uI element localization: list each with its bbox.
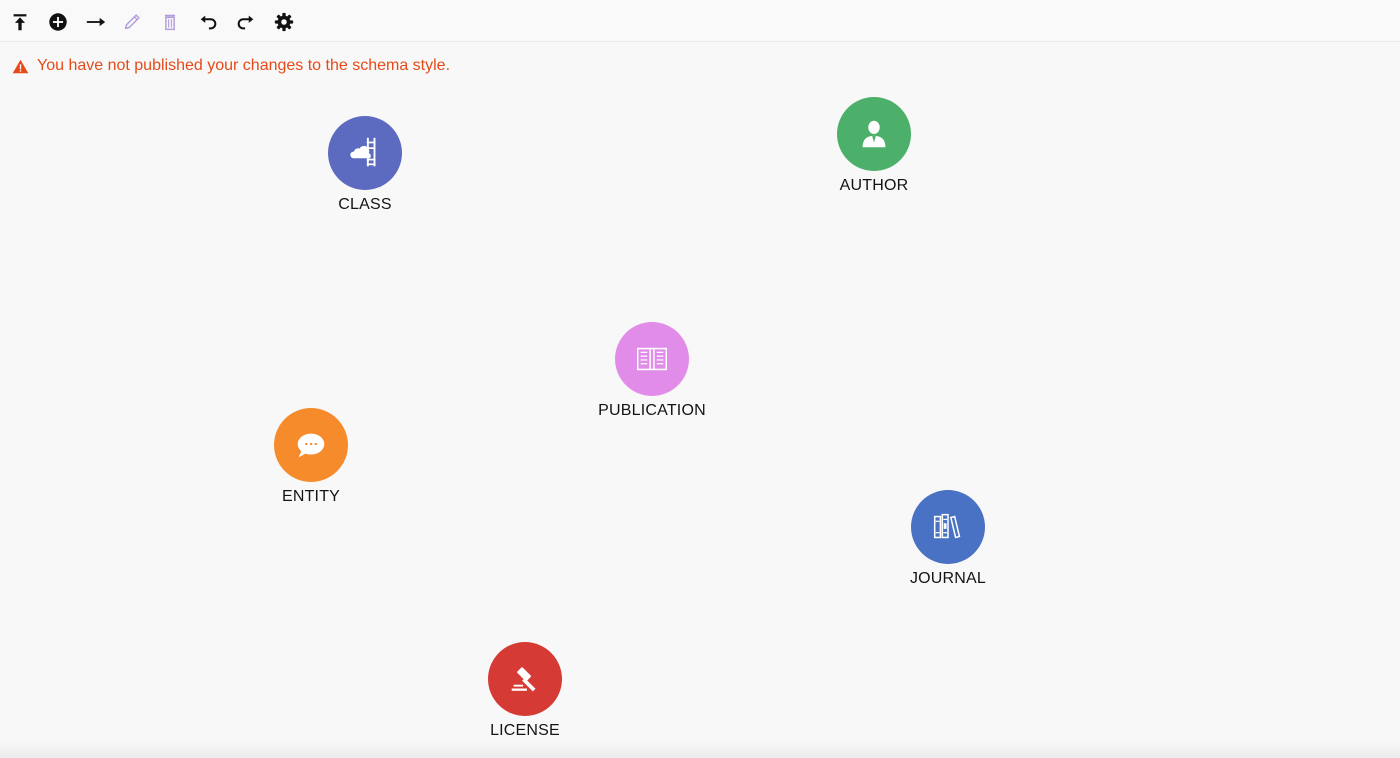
node-label: PUBLICATION [598,402,706,419]
schema-canvas[interactable]: CLASS AUTHOR PUBLICATION ENTITY JOURNAL … [0,43,1400,758]
node-label: AUTHOR [839,177,909,194]
schema-editor: You have not published your changes to t… [0,0,1400,758]
redo-button[interactable] [234,10,258,34]
settings-button[interactable] [272,10,296,34]
gear-icon [274,12,294,32]
upload-button[interactable] [8,10,32,34]
node-circle [615,322,689,396]
node-label: ENTITY [281,488,341,505]
person-icon [862,120,886,148]
canvas-bottom-edge [0,740,1400,758]
speech-bubble-icon [297,433,325,458]
gavel-icon [511,667,536,692]
arrow-right-icon [86,17,106,27]
trash-icon [164,14,176,31]
node-circle [328,116,402,190]
pencil-icon [124,14,140,30]
add-node-button[interactable] [46,10,70,34]
toolbar [0,0,1400,42]
node-author[interactable]: AUTHOR [804,97,944,207]
node-circle [837,97,911,171]
redo-icon [237,15,254,30]
node-label: LICENSE [490,722,560,739]
node-license[interactable]: LICENSE [455,642,595,752]
node-entity[interactable]: ENTITY [241,408,381,518]
undo-icon [200,15,217,30]
add-circle-icon [49,13,67,31]
node-circle [274,408,348,482]
add-edge-button[interactable] [84,10,108,34]
node-journal[interactable]: JOURNAL [878,490,1018,600]
upload-icon [13,14,27,31]
open-book-icon [636,347,668,371]
delete-button[interactable] [158,10,182,34]
node-circle [488,642,562,716]
node-label: CLASS [338,196,392,213]
node-publication[interactable]: PUBLICATION [582,322,722,432]
node-label: JOURNAL [909,570,987,587]
edit-button[interactable] [120,10,144,34]
undo-button[interactable] [196,10,220,34]
ladder-cloud-icon [350,137,376,167]
node-class[interactable]: CLASS [295,116,435,226]
node-circle [911,490,985,564]
books-icon [933,513,961,539]
